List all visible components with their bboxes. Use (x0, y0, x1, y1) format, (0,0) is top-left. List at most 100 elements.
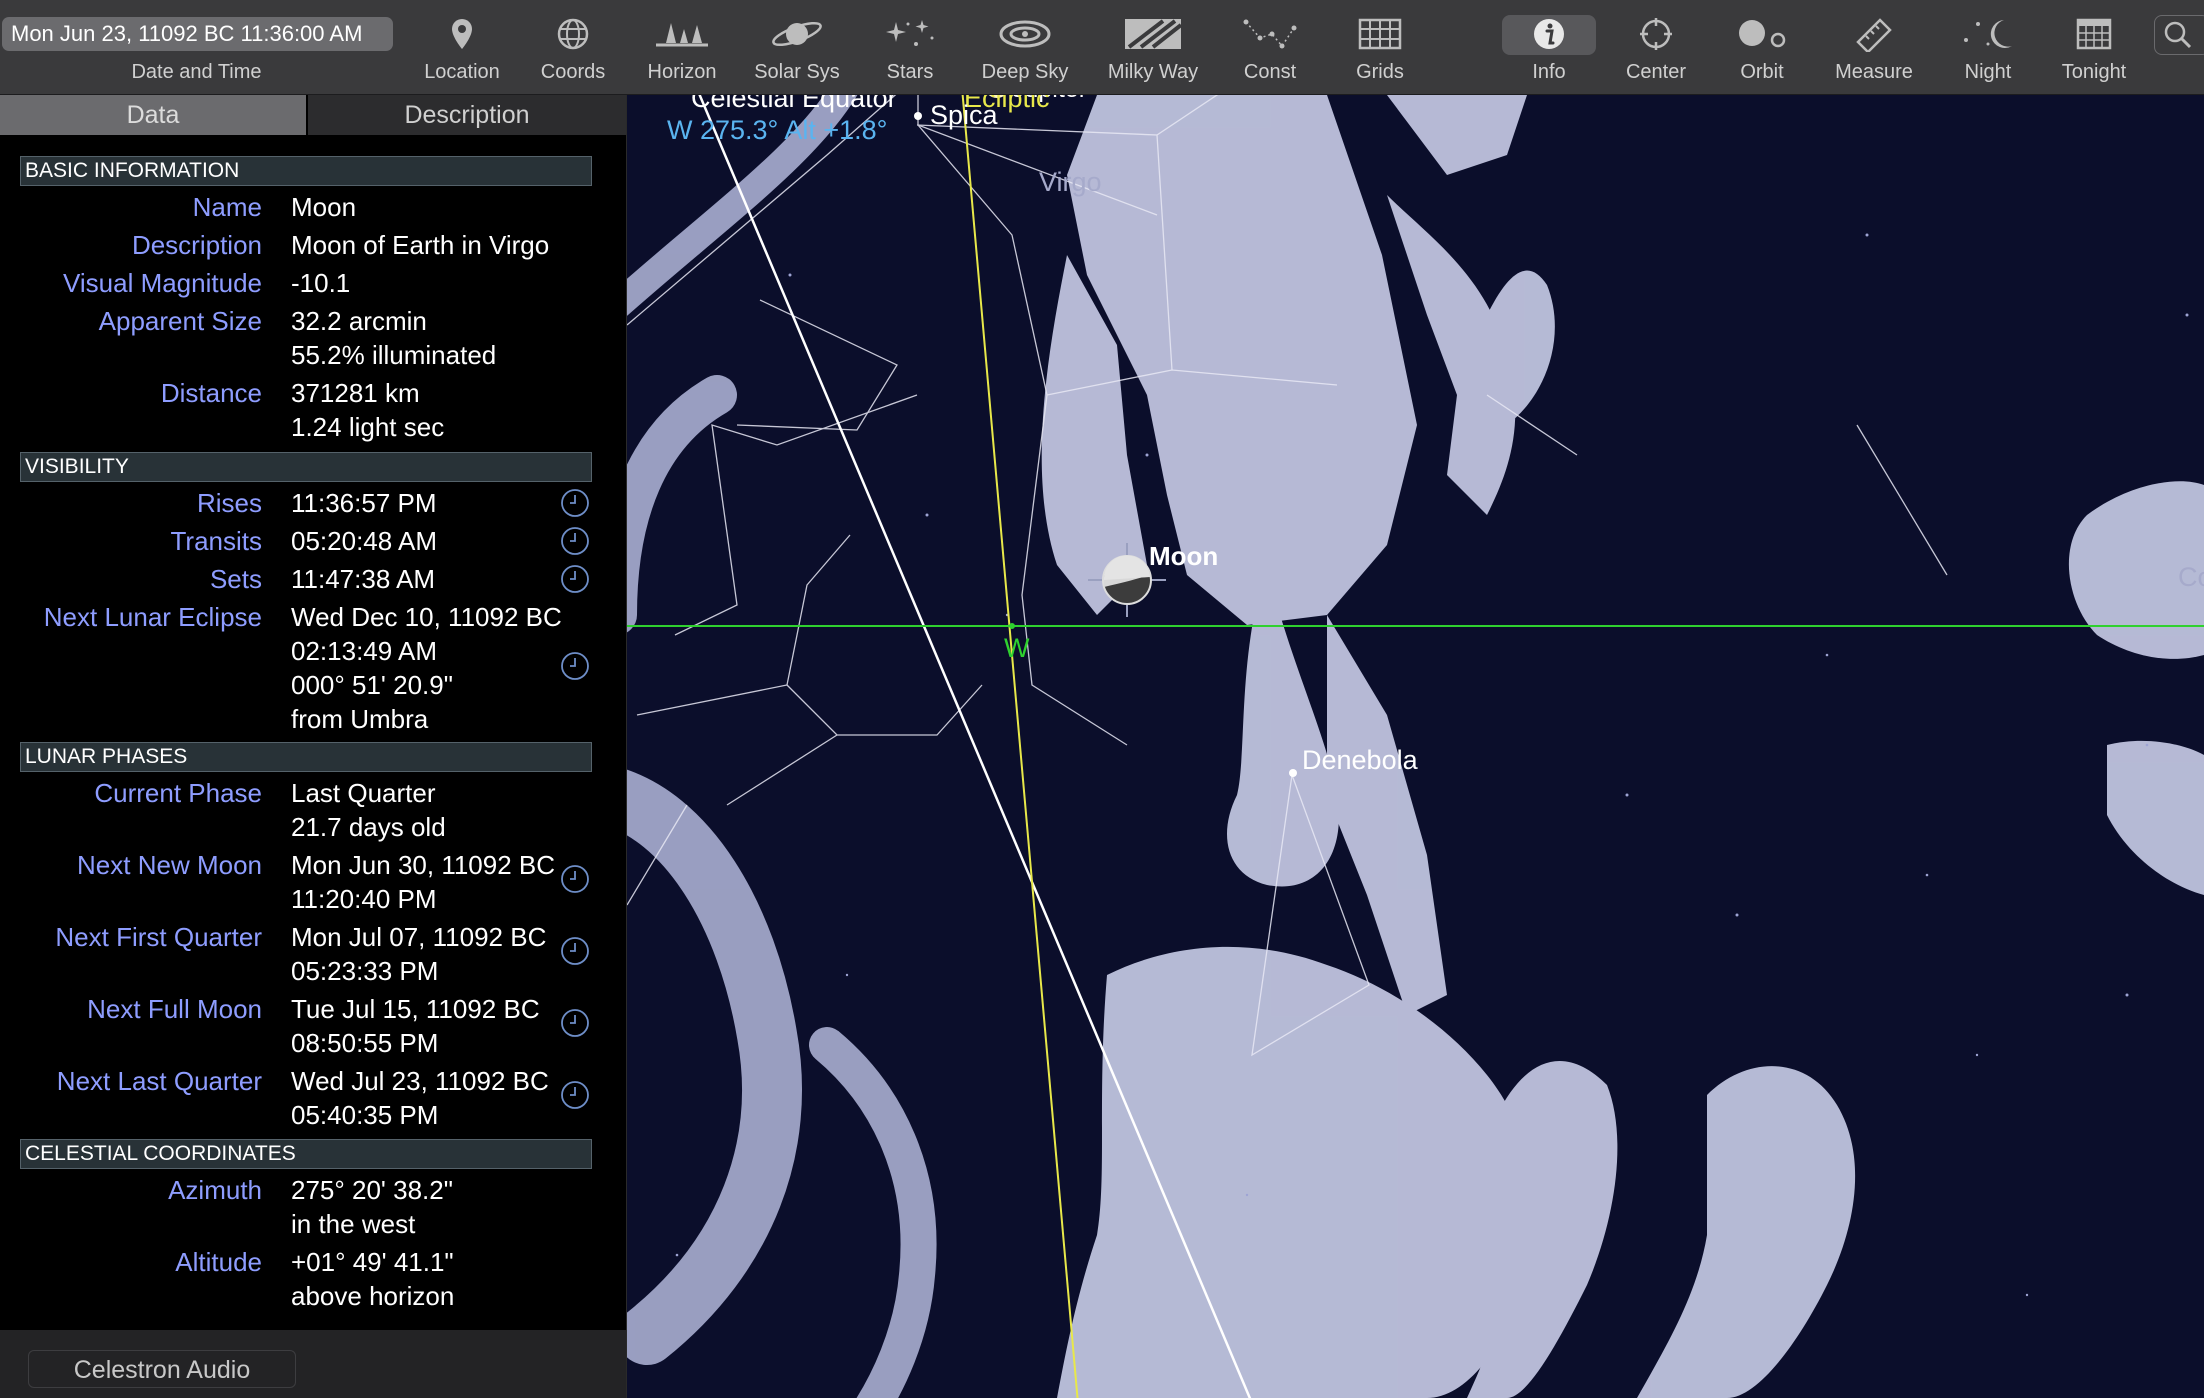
search-icon (2164, 21, 2192, 49)
constellation-art (1041, 95, 2204, 1398)
lunar-eclipse-date: Wed Dec 10, 11092 BC (291, 602, 562, 632)
azimuth-value: 275° 20' 38.2" (291, 1175, 453, 1205)
horizon-button[interactable]: Horizon (632, 0, 732, 94)
sidebar-footer: Celestron Audio (0, 1330, 626, 1398)
azimuth-label: Azimuth (168, 1175, 262, 1205)
next-new-moon-date: Mon Jun 30, 11092 BC (291, 850, 556, 880)
stars-button[interactable]: Stars (864, 0, 956, 94)
rises-label: Rises (196, 488, 262, 518)
globe-icon (557, 18, 589, 50)
coords-button[interactable]: Coords (527, 0, 619, 94)
sky-chart-view[interactable]: W 275.3° Alt +1.8° Jupiter Ecliptic Cele… (627, 95, 2204, 1398)
rises-clock-icon[interactable] (560, 488, 590, 518)
saturn-icon (772, 21, 822, 47)
next-last-quarter-time: 05:40:35 PM (291, 1100, 439, 1130)
horizon-trees-icon (656, 23, 708, 47)
name-label: Name (192, 192, 262, 222)
next-new-moon-label: Next New Moon (77, 850, 262, 880)
horizon-label: Horizon (647, 61, 717, 83)
const-label: Const (1243, 61, 1297, 83)
center-button[interactable]: Center (1610, 0, 1702, 94)
edge-constellation-label: Co (2178, 562, 2204, 592)
name-value: Moon (291, 192, 357, 222)
info-label: Info (1532, 61, 1566, 83)
next-full-moon-time: 08:50:55 PM (291, 1028, 439, 1058)
description-value: Moon of Earth in Virgo (291, 230, 550, 260)
galaxy-icon (999, 20, 1051, 48)
apparent-size-value: 32.2 arcmin (291, 306, 427, 336)
search-button[interactable] (2154, 15, 2204, 55)
full-moon-clock-icon[interactable] (560, 1008, 590, 1038)
grids-label: Grids (1356, 61, 1404, 83)
description-label: Description (131, 230, 262, 260)
distance-label: Distance (160, 378, 262, 408)
illumination-value: 55.2% illuminated (291, 340, 497, 370)
azimuth-direction: in the west (291, 1209, 416, 1239)
deep-sky-button[interactable]: Deep Sky (968, 0, 1082, 94)
first-quarter-clock-icon[interactable] (560, 936, 590, 966)
date-time-field[interactable]: Mon Jun 23, 11092 BC 11:36:00 AM (2, 17, 393, 51)
info-sidebar: Data Description BASIC INFORMATION Name … (0, 95, 627, 1398)
last-quarter-clock-icon[interactable] (560, 1080, 590, 1110)
night-label: Night (1964, 61, 2012, 83)
spica-star[interactable] (914, 112, 922, 120)
orbit-icon (1739, 20, 1786, 48)
map-pin-icon (452, 19, 472, 49)
new-moon-clock-icon[interactable] (560, 864, 590, 894)
coords-label: Coords (540, 61, 606, 83)
transits-label: Transits (170, 526, 263, 556)
sets-label: Sets (209, 564, 262, 594)
app-window: Mon Jun 23, 11092 BC 11:36:00 AM Date an… (0, 0, 2204, 1398)
center-label: Center (1625, 61, 1687, 83)
orbit-button[interactable]: Orbit (1716, 0, 1808, 94)
ruler-icon (1856, 18, 1892, 52)
current-phase-value: Last Quarter (291, 778, 436, 808)
next-last-quarter-date: Wed Jul 23, 11092 BC (291, 1066, 549, 1096)
next-first-quarter-label: Next First Quarter (55, 922, 262, 952)
moon-age-value: 21.7 days old (291, 812, 446, 842)
calendar-icon (2076, 18, 2112, 50)
solar-sys-button[interactable]: Solar Sys (745, 0, 849, 94)
tonight-label: Tonight (2061, 61, 2127, 83)
lunar-eclipse-magnitude: 000° 51' 20.9" (291, 670, 453, 700)
data-list[interactable]: BASIC INFORMATION Name Moon Description … (0, 135, 626, 1325)
grid-icon (1358, 18, 1402, 50)
date-time-label: Date and Time (131, 61, 262, 83)
measure-label: Measure (1835, 61, 1913, 83)
toolbar: Mon Jun 23, 11092 BC 11:36:00 AM Date an… (0, 0, 2204, 95)
denebola-star[interactable] (1289, 769, 1297, 777)
next-new-moon-time: 11:20:40 PM (291, 884, 437, 914)
eclipse-clock-icon[interactable] (560, 651, 590, 681)
west-marker-dot (1009, 623, 1015, 629)
constellation-icon (1243, 19, 1297, 49)
apparent-size-label: Apparent Size (98, 306, 262, 336)
altitude-description: above horizon (291, 1281, 455, 1311)
info-button[interactable]: Info (1502, 0, 1596, 94)
celestron-audio-button[interactable]: Celestron Audio (28, 1350, 296, 1388)
altitude-label: Altitude (175, 1247, 262, 1277)
const-button[interactable]: Const (1224, 0, 1316, 94)
next-full-moon-label: Next Full Moon (87, 994, 262, 1024)
location-button[interactable]: Location (412, 0, 512, 94)
tab-data[interactable]: Data (0, 95, 306, 135)
orbit-label: Orbit (1740, 61, 1784, 83)
sidebar-tabs: Data Description (0, 95, 626, 135)
deep-sky-label: Deep Sky (981, 61, 1069, 83)
sets-clock-icon[interactable] (560, 564, 590, 594)
transits-clock-icon[interactable] (560, 526, 590, 556)
location-label: Location (424, 61, 500, 83)
distance-light-value: 1.24 light sec (291, 412, 445, 442)
crosshair-icon (1640, 18, 1672, 50)
grids-button[interactable]: Grids (1334, 0, 1426, 94)
night-button[interactable]: Night (1940, 0, 2036, 94)
section-header-coordinates: CELESTIAL COORDINATES (20, 1139, 592, 1169)
milky-way-button[interactable]: Milky Way (1098, 0, 1208, 94)
measure-button[interactable]: Measure (1822, 0, 1926, 94)
rises-value: 11:36:57 PM (291, 488, 437, 518)
section-header-basic: BASIC INFORMATION (20, 156, 592, 186)
magnitude-label: Visual Magnitude (63, 268, 262, 298)
milky-way-label: Milky Way (1107, 61, 1199, 83)
hydra-art (627, 95, 937, 1398)
tonight-button[interactable]: Tonight (2046, 0, 2142, 94)
tab-description[interactable]: Description (308, 95, 626, 135)
